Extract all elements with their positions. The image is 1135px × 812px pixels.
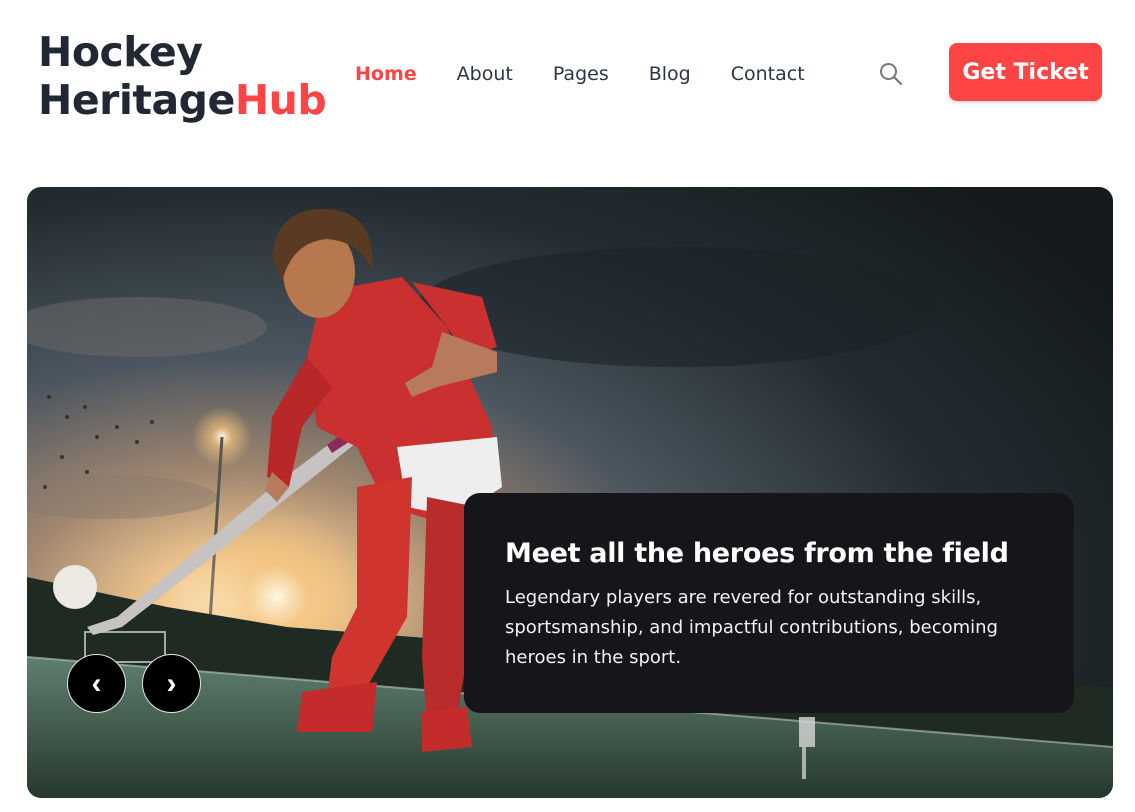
logo-main: Heritage: [38, 76, 235, 124]
site-logo[interactable]: Hockey HeritageHub: [38, 28, 327, 124]
nav-blog[interactable]: Blog: [649, 62, 691, 86]
slider-next-button[interactable]: ›: [142, 654, 201, 713]
logo-accent: Hub: [234, 76, 327, 124]
nav-contact[interactable]: Contact: [731, 62, 805, 86]
nav-home[interactable]: Home: [355, 62, 417, 86]
hero-caption: Meet all the heroes from the field Legen…: [464, 493, 1074, 713]
get-ticket-button[interactable]: Get Ticket: [949, 43, 1102, 101]
hero-description: Legendary players are revered for outsta…: [505, 587, 998, 668]
nav-about[interactable]: About: [457, 62, 513, 86]
main-nav: Home About Pages Blog Contact: [355, 62, 845, 86]
logo-line-1: Hockey: [38, 28, 203, 76]
search-icon[interactable]: [878, 61, 904, 87]
hero-slider: ‹ › Meet all the heroes from the field L…: [27, 187, 1113, 798]
logo-line-2: HeritageHub: [38, 76, 327, 124]
slider-prev-button[interactable]: ‹: [67, 654, 126, 713]
hero-title: Meet all the heroes from the field: [505, 538, 1009, 569]
nav-pages[interactable]: Pages: [553, 62, 609, 86]
site-header: Hockey HeritageHub Home About Pages Blog…: [0, 0, 1135, 150]
